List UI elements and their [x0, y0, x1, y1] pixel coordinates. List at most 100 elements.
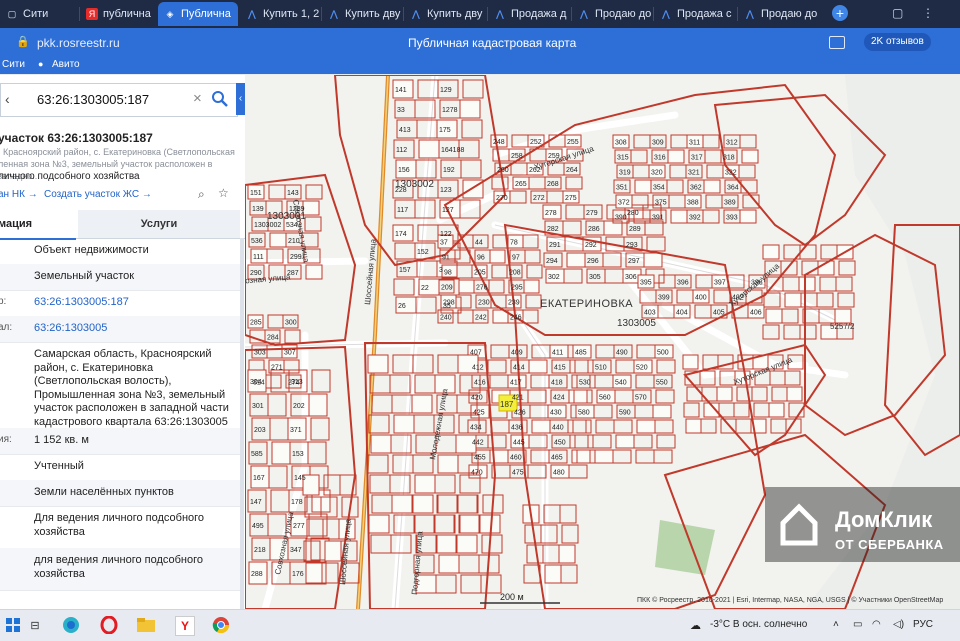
parcel-outline[interactable]	[368, 514, 390, 534]
parcel-outline[interactable]	[741, 149, 759, 164]
attribute-value[interactable]: 63:26:1303005:187	[34, 296, 234, 310]
parcel-number: 307	[284, 350, 296, 357]
parcel-outline[interactable]	[411, 394, 433, 414]
parcel-outline[interactable]	[414, 474, 436, 494]
parcel-outline[interactable]	[271, 441, 291, 465]
weather-text[interactable]: -3°C В осн. солнечно	[710, 619, 807, 630]
parcel-outline[interactable]	[566, 252, 586, 268]
parcel-outline[interactable]	[531, 419, 551, 434]
parcel-outline[interactable]	[459, 99, 481, 119]
parcel-outline[interactable]	[523, 279, 540, 294]
tab-8[interactable]: ⋀ Продажа с	[654, 2, 736, 26]
parcel-outline[interactable]	[458, 514, 480, 534]
parcel-outline[interactable]	[308, 393, 328, 417]
parcel-outline[interactable]	[716, 386, 733, 402]
search-icon[interactable]	[211, 90, 229, 108]
parcel-outline[interactable]	[324, 540, 342, 562]
parcel-outline[interactable]	[305, 264, 323, 280]
network-icon[interactable]: ▭	[853, 619, 862, 630]
parcel-outline[interactable]	[762, 244, 780, 260]
parcel-outline[interactable]	[784, 292, 802, 308]
parcel-outline[interactable]	[594, 449, 614, 464]
edge-icon[interactable]	[62, 616, 80, 634]
tab-3[interactable]: ⋀ Купить 1, 2	[240, 2, 320, 26]
attribute-value[interactable]: 63:26:1303005	[34, 322, 234, 336]
task-view-icon[interactable]: ⊟	[26, 616, 44, 634]
parcel-outline[interactable]	[438, 554, 460, 574]
parcel-outline[interactable]	[528, 359, 548, 374]
parcel-outline[interactable]	[667, 149, 685, 164]
yandex-browser-icon[interactable]: Y	[175, 616, 195, 636]
tab-6[interactable]: ⋀ Продажа д	[488, 2, 570, 26]
tab-collections-icon[interactable]: ▢	[892, 6, 903, 20]
parcel-outline[interactable]	[615, 434, 635, 449]
link-nk[interactable]: ан НК →	[0, 189, 38, 200]
tab-5[interactable]: ⋀ Купить дву	[404, 2, 486, 26]
collapse-panel-button[interactable]: ‹	[236, 83, 245, 115]
parcel-outline[interactable]	[652, 404, 672, 419]
screenshot-icon[interactable]	[829, 36, 845, 49]
parcel-outline[interactable]	[571, 449, 591, 464]
panel-scrollbar[interactable]	[240, 238, 244, 609]
parcel-outline[interactable]	[685, 418, 702, 434]
zoom-to-icon[interactable]: ⌕	[198, 187, 205, 202]
windows-start-icon[interactable]	[4, 616, 22, 634]
parcel-number: 372	[618, 200, 630, 207]
parcel-outline[interactable]	[768, 402, 785, 418]
parcel-outline[interactable]	[305, 562, 323, 584]
parcel-outline[interactable]	[393, 414, 415, 434]
url-text[interactable]: pkk.rosreestr.ru	[37, 36, 120, 50]
tab-services[interactable]: Услуги	[78, 210, 240, 238]
tab-info[interactable]: мация	[0, 210, 76, 240]
chrome-icon[interactable]	[212, 616, 230, 634]
parcel-outline[interactable]	[765, 308, 783, 324]
language-indicator[interactable]: РУС	[913, 619, 933, 630]
tray-chevron-icon[interactable]: ˄	[833, 619, 839, 630]
tab-9[interactable]: ⋀ Продаю до	[738, 2, 820, 26]
new-tab-button[interactable]: +	[832, 5, 848, 21]
parcel-outline[interactable]	[412, 494, 434, 514]
tab-1[interactable]: Япублична	[80, 2, 156, 26]
parcel-outline[interactable]	[489, 249, 506, 264]
parcel-outline[interactable]	[682, 354, 699, 370]
parcel-outline[interactable]	[834, 308, 852, 324]
parcel-outline[interactable]	[798, 276, 816, 292]
parcel-outline[interactable]	[634, 179, 652, 194]
file-explorer-icon[interactable]	[137, 616, 155, 634]
tab-2[interactable]: ◈ Публична	[158, 2, 238, 26]
star-icon[interactable]: ☆	[218, 186, 229, 200]
parcel-outline[interactable]	[391, 494, 413, 514]
parcel-outline[interactable]	[786, 386, 803, 402]
tab-4[interactable]: ⋀ Купить дву	[322, 2, 402, 26]
parcel-outline[interactable]	[367, 354, 389, 374]
parcel-outline[interactable]	[568, 389, 588, 404]
parcel-outline[interactable]	[456, 534, 478, 554]
bookmark-avito[interactable]: Авито	[52, 59, 80, 70]
parcel-outline[interactable]	[544, 564, 562, 584]
link-create-parcel[interactable]: Создать участок ЖС →	[44, 189, 152, 200]
search-input[interactable]	[1, 84, 186, 114]
parcel-outline[interactable]	[269, 232, 287, 248]
parcel-outline[interactable]	[558, 544, 576, 564]
parcel-outline[interactable]	[739, 209, 757, 224]
parcel-number: 421	[512, 395, 524, 402]
tab-7[interactable]: ⋀ Продаю до	[572, 2, 652, 26]
parcel-number: 297	[628, 258, 640, 265]
parcel-outline[interactable]	[458, 279, 475, 294]
clear-icon[interactable]: ×	[193, 90, 202, 107]
volume-icon[interactable]: ◁)	[893, 619, 904, 630]
parcel-outline[interactable]	[636, 419, 656, 434]
parcel-outline[interactable]	[643, 252, 663, 268]
parcel-outline[interactable]	[437, 454, 459, 474]
parcel-outline[interactable]	[703, 179, 721, 194]
opera-icon[interactable]	[100, 616, 118, 634]
parcel-outline[interactable]	[670, 209, 688, 224]
wifi-icon[interactable]: ◠	[872, 619, 881, 630]
reviews-badge[interactable]: 2K отзывов	[864, 33, 931, 51]
parcel-outline[interactable]	[370, 434, 392, 454]
browser-menu-icon[interactable]: ⋮	[922, 6, 934, 20]
tab-0[interactable]: ▢ Сити	[0, 2, 80, 26]
parcel-outline[interactable]	[418, 139, 440, 159]
bookmark-siti[interactable]: Сити	[2, 59, 25, 70]
parcel-outline[interactable]	[435, 534, 457, 554]
